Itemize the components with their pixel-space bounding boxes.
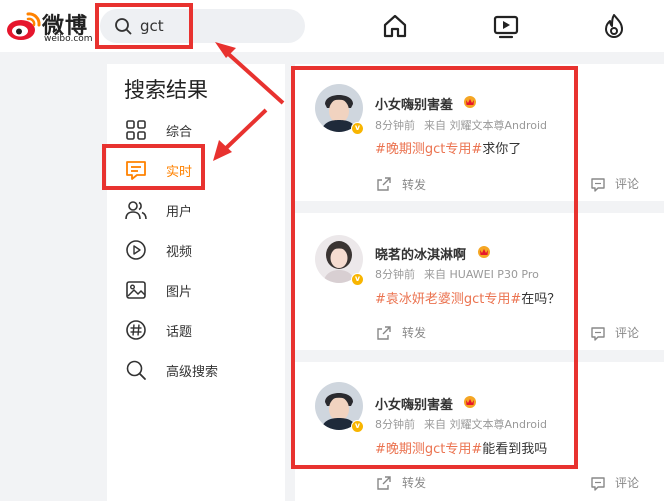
sidebar-item-video[interactable]: 视频 (107, 235, 285, 265)
comment-icon (591, 178, 605, 192)
brand-domain: weibo.com (44, 34, 93, 44)
hot-fire-icon[interactable] (600, 12, 628, 40)
grid-icon (126, 120, 146, 140)
sidebar-item-label: 话题 (166, 325, 193, 340)
comment-icon (591, 327, 605, 341)
sidebar-item-label: 综合 (166, 125, 193, 140)
repost-icon (377, 476, 391, 490)
video-icon[interactable] (492, 12, 520, 40)
repost-button[interactable]: 转发 (402, 474, 426, 491)
annotation-box-search (95, 3, 193, 49)
sidebar-item-label: 高级搜索 (166, 365, 219, 380)
sidebar-item-label: 视频 (166, 245, 193, 260)
search-icon (126, 360, 146, 380)
comment-icon (591, 477, 605, 491)
weibo-eye-icon (7, 12, 41, 40)
weibo-logo[interactable]: 微博 weibo.com (6, 8, 94, 44)
play-circle-icon (126, 240, 146, 260)
image-icon (126, 281, 146, 299)
users-icon (125, 201, 147, 220)
comment-button[interactable]: 评论 (615, 175, 639, 192)
sidebar-item-label: 用户 (166, 205, 193, 220)
page: 微博 weibo.com gct 搜索结果 综合 实时 用户 视频 图片 话题 … (0, 0, 664, 501)
hashtag-icon (126, 320, 146, 340)
sidebar-item-users[interactable]: 用户 (107, 195, 285, 225)
search-result-sidebar: 搜索结果 综合 实时 用户 视频 图片 话题 高级搜索 (107, 64, 285, 501)
annotation-box-realtime (102, 144, 205, 190)
sidebar-item-images[interactable]: 图片 (107, 275, 285, 305)
sidebar-item-comprehensive[interactable]: 综合 (107, 115, 285, 145)
sidebar-item-topics[interactable]: 话题 (107, 315, 285, 345)
sidebar-title: 搜索结果 (124, 78, 208, 102)
comment-button[interactable]: 评论 (615, 324, 639, 341)
annotation-box-results (291, 66, 578, 469)
comment-button[interactable]: 评论 (615, 474, 639, 491)
sidebar-item-advanced-search[interactable]: 高级搜索 (107, 355, 285, 385)
sidebar-item-label: 图片 (166, 285, 193, 300)
home-icon[interactable] (381, 12, 409, 40)
